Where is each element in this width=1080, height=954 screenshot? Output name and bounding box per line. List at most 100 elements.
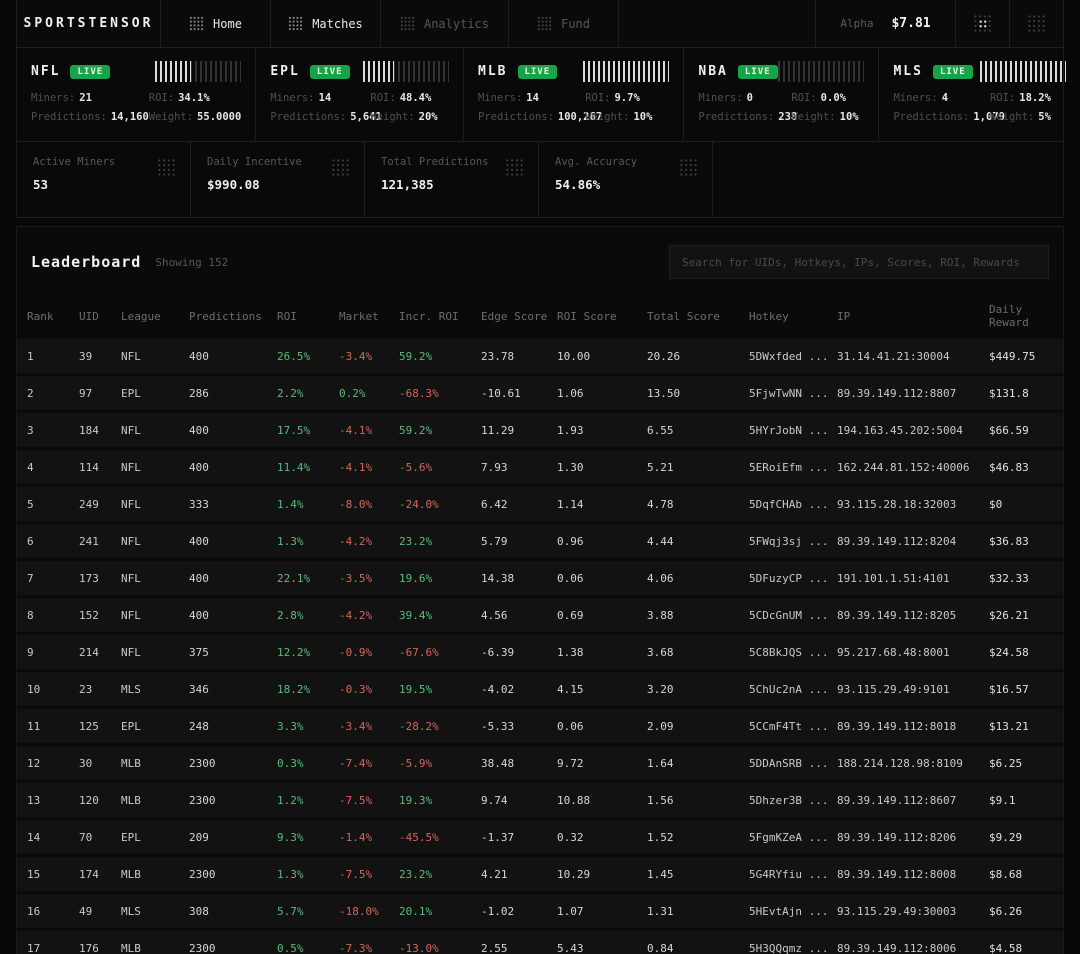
league-name: EPL [270,64,299,79]
cell-incr_roi: 19.6% [399,572,481,585]
cell-uid: 173 [79,572,121,585]
nav-item-label: Fund [561,17,590,31]
card-stats: Miners:4ROI:18.2%Predictions:1,079Weight… [893,92,1065,123]
grid-filled-icon-core [978,19,987,28]
column-header-rank: Rank [27,310,79,323]
cell-league: EPL [121,387,189,400]
nav-item-label: Matches [312,17,363,31]
table-row[interactable]: 5249NFL3331.4%-8.0%-24.0%6.421.144.785Dq… [17,487,1063,521]
cell-league: MLB [121,757,189,770]
nav-item-matches[interactable]: Matches [271,0,381,47]
table-row[interactable]: 15174MLB23001.3%-7.5%23.2%4.2110.291.455… [17,857,1063,891]
league-card-nba: NBALIVEMiners:0ROI:0.0%Predictions:238We… [684,48,879,141]
nav-item-home[interactable]: Home [161,0,271,47]
stat-label: Total Predictions [381,156,522,168]
cell-rank: 6 [27,535,79,548]
nav-item-fund[interactable]: Fund [509,0,619,47]
league-name: MLB [478,64,507,79]
cell-roi: 1.4% [277,498,339,511]
stat-value: 121,385 [381,177,522,192]
cell-ip: 95.217.68.48:8001 [837,646,989,659]
table-row[interactable]: 7173NFL40022.1%-3.5%19.6%14.380.064.065D… [17,561,1063,595]
cell-predictions: 2300 [189,868,277,881]
predictions-label: Predictions: [698,111,774,123]
cell-roi: 12.2% [277,646,339,659]
cell-edge_score: 11.29 [481,424,557,437]
cell-total_score: 3.88 [647,609,749,622]
table-row[interactable]: 297EPL2862.2%0.2%-68.3%-10.611.0613.505F… [17,376,1063,410]
miners-label: Miners: [698,92,742,104]
card-league: NBALIVE [698,64,777,79]
roi-label: ROI: [791,92,816,104]
table-row[interactable]: 139NFL40026.5%-3.4%59.2%23.7810.0020.265… [17,339,1063,373]
table-row[interactable]: 1023MLS34618.2%-0.3%19.5%-4.024.153.205C… [17,672,1063,706]
cell-roi: 26.5% [277,350,339,363]
predictions-stat: Predictions:1,079 [893,111,990,123]
cell-market: -3.5% [339,572,399,585]
cell-rank: 11 [27,720,79,733]
stat-label: Daily Incentive [207,156,348,168]
column-header-edge-score: Edge Score [481,310,557,323]
table-row[interactable]: 1230MLB23000.3%-7.4%-5.9%38.489.721.645D… [17,746,1063,780]
nav-item-analytics[interactable]: Analytics [381,0,509,47]
roi-stat: ROI:18.2% [990,92,1066,104]
top-nav: SPORTSTENSOR HomeMatchesAnalyticsFund Al… [16,0,1064,48]
cell-ip: 89.39.149.112:8607 [837,794,989,807]
cell-predictions: 400 [189,535,277,548]
cell-uid: 114 [79,461,121,474]
league-name: NBA [698,64,727,79]
cell-reward: $24.58 [989,646,1063,659]
cell-uid: 23 [79,683,121,696]
table-row[interactable]: 9214NFL37512.2%-0.9%-67.6%-6.391.383.685… [17,635,1063,669]
cell-total_score: 2.09 [647,720,749,733]
weight-meter-fill [363,61,394,82]
table-row[interactable]: 4114NFL40011.4%-4.1%-5.6%7.931.305.215ER… [17,450,1063,484]
cell-incr_roi: -68.3% [399,387,481,400]
table-header-row: RankUIDLeaguePredictionsROIMarketIncr. R… [17,295,1063,339]
roi-stat: ROI:48.4% [370,92,449,104]
cell-incr_roi: -13.0% [399,942,481,954]
weight-label: Weight: [791,111,835,123]
grid-outline-icon [1027,14,1046,33]
weight-value: 55.0000 [197,111,241,123]
cell-roi_score: 1.93 [557,424,647,437]
card-stats: Miners:21ROI:34.1%Predictions:14,160Weig… [31,92,241,123]
search-input[interactable] [669,245,1049,279]
table-row[interactable]: 17176MLB23000.5%-7.3%-13.0%2.555.430.845… [17,931,1063,954]
grid-filled-icon-button[interactable] [955,0,1009,47]
table-row[interactable]: 8152NFL4002.8%-4.2%39.4%4.560.693.885CDc… [17,598,1063,632]
weight-meter [980,61,1066,82]
predictions-label: Predictions: [270,111,346,123]
cell-hotkey: 5C8BkJQS ... [749,646,837,659]
cell-roi_score: 4.15 [557,683,647,696]
league-cards-strip: NFLLIVEMiners:21ROI:34.1%Predictions:14,… [16,48,1064,142]
table-row[interactable]: 11125EPL2483.3%-3.4%-28.2%-5.330.062.095… [17,709,1063,743]
cell-incr_roi: -5.9% [399,757,481,770]
cell-uid: 39 [79,350,121,363]
cell-roi: 17.5% [277,424,339,437]
grid-outline-icon-button[interactable] [1009,0,1063,47]
table-row[interactable]: 3184NFL40017.5%-4.1%59.2%11.291.936.555H… [17,413,1063,447]
weight-value: 10% [840,111,859,123]
table-row[interactable]: 13120MLB23001.2%-7.5%19.3%9.7410.881.565… [17,783,1063,817]
cell-roi_score: 10.88 [557,794,647,807]
cell-roi: 1.2% [277,794,339,807]
cell-league: EPL [121,831,189,844]
cell-uid: 152 [79,609,121,622]
table-row[interactable]: 1649MLS3085.7%-18.0%20.1%-1.021.071.315H… [17,894,1063,928]
cell-roi_score: 1.07 [557,905,647,918]
table-row[interactable]: 1470EPL2099.3%-1.4%-45.5%-1.370.321.525F… [17,820,1063,854]
table-row[interactable]: 6241NFL4001.3%-4.2%23.2%5.790.964.445FWq… [17,524,1063,558]
total-predictions-icon [505,158,524,177]
column-header-roi: ROI [277,310,339,323]
cell-roi: 2.2% [277,387,339,400]
card-top: MLSLIVE [893,61,1065,82]
card-top: MLBLIVE [478,61,669,82]
weight-meter [155,61,241,82]
cell-edge_score: 4.21 [481,868,557,881]
cell-roi_score: 1.06 [557,387,647,400]
weight-stat: Weight: 10% [791,111,864,123]
cell-incr_roi: 19.5% [399,683,481,696]
cell-ip: 31.14.41.21:30004 [837,350,989,363]
league-name: NFL [31,64,60,79]
